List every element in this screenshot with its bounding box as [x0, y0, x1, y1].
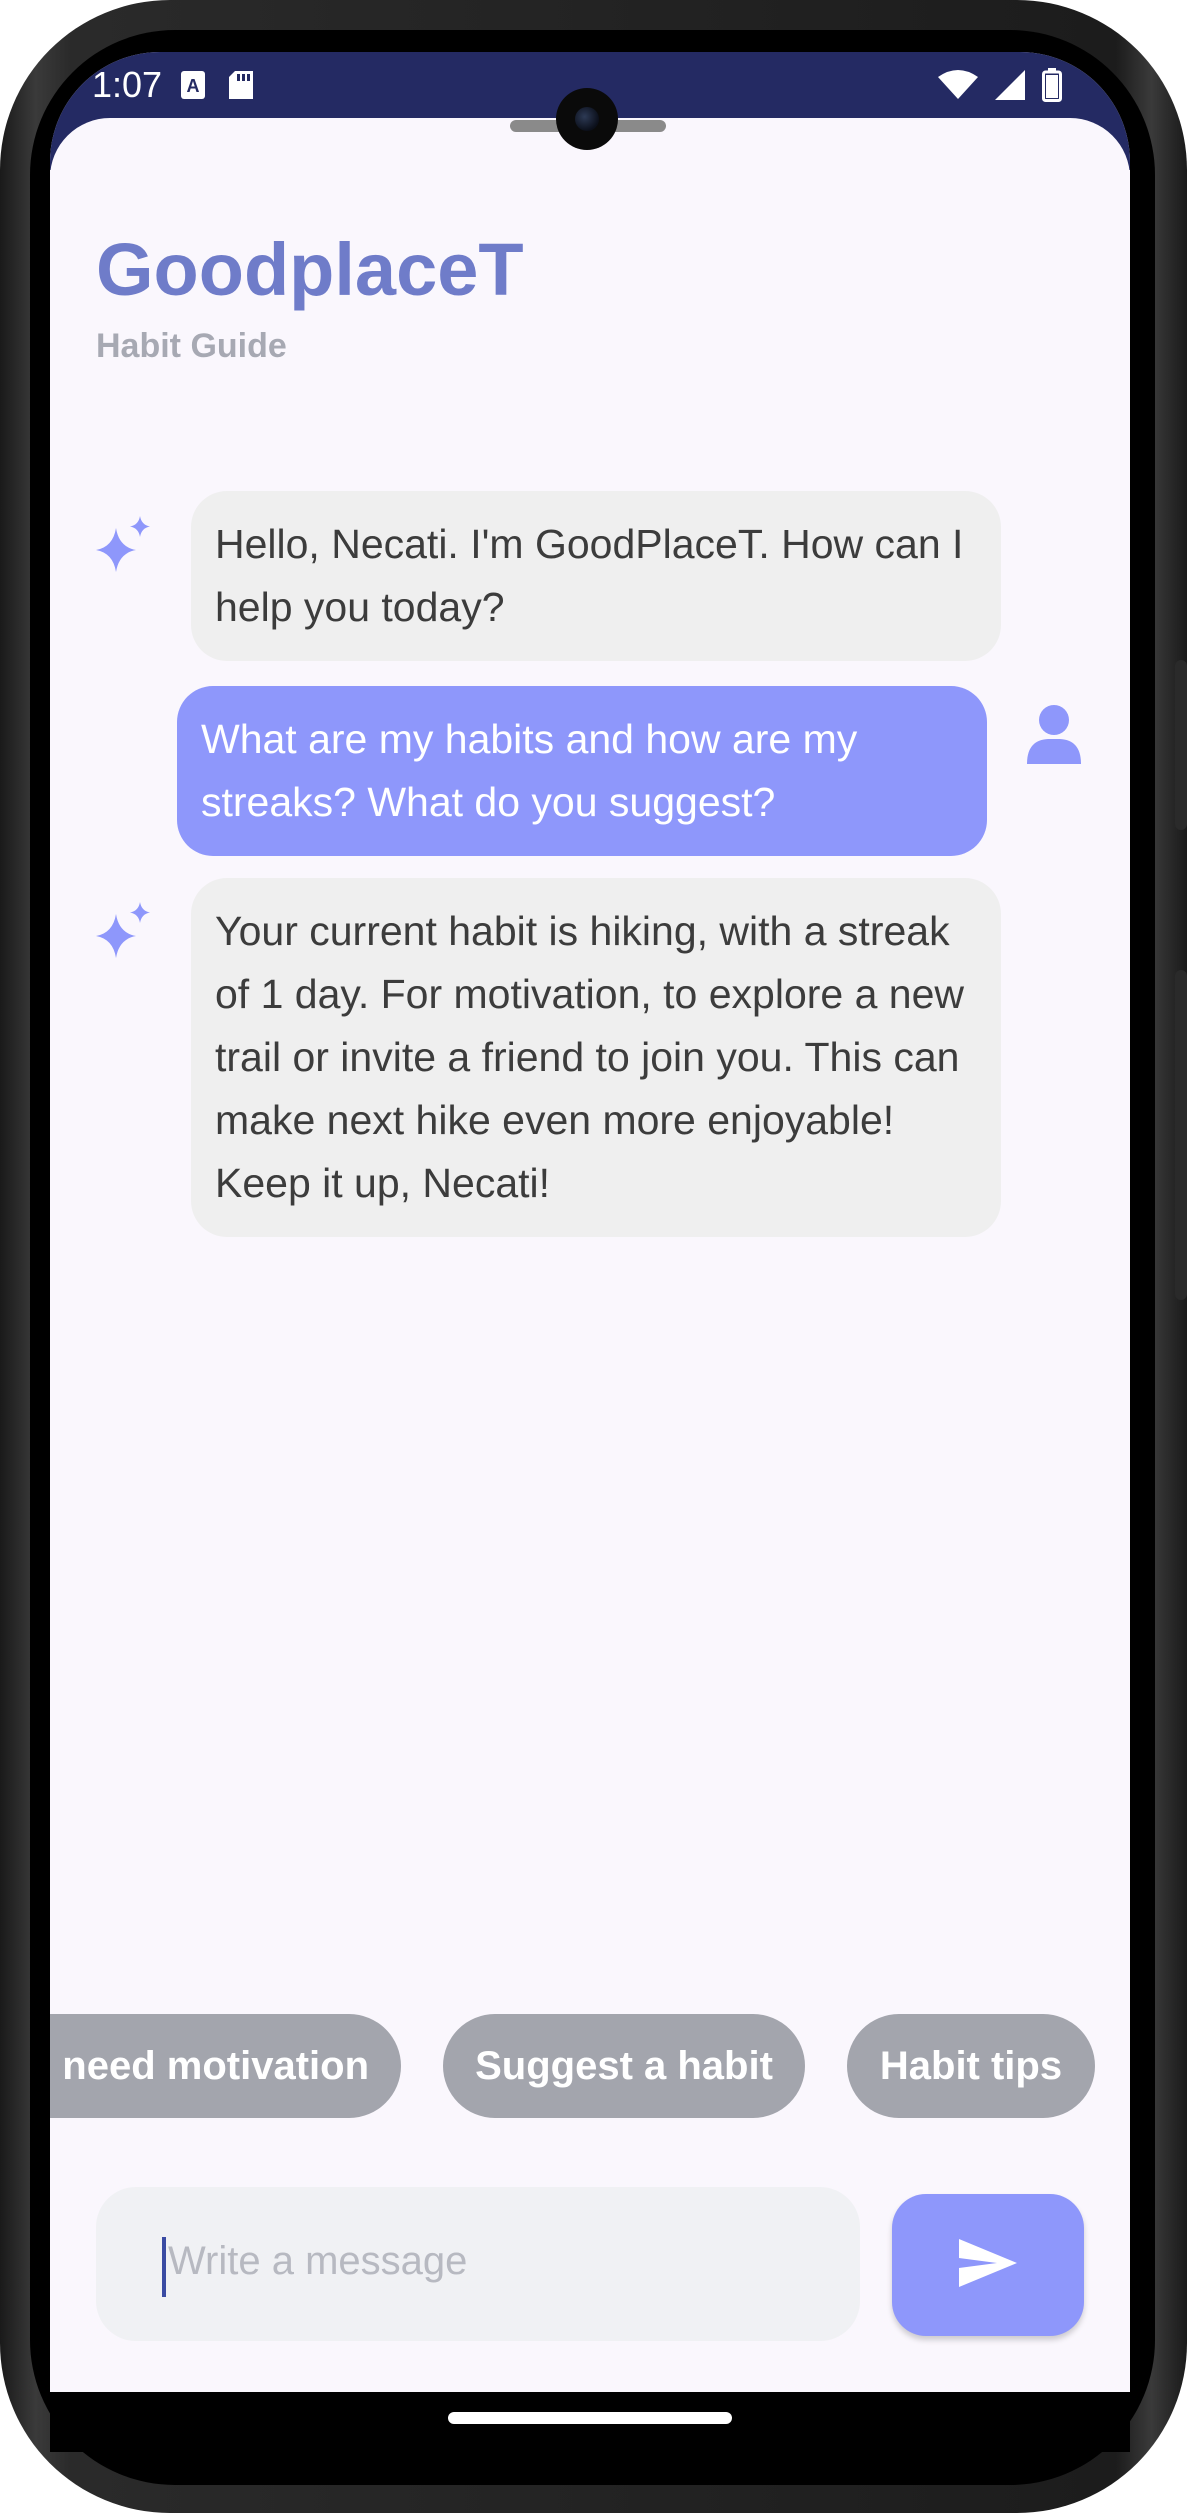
front-camera — [556, 88, 618, 150]
suggestion-chip-habit-tips[interactable]: Habit tips — [847, 2014, 1095, 2118]
keyboard-a-icon: A — [180, 70, 206, 105]
status-icons-left: A — [180, 70, 254, 105]
signal-icon — [994, 69, 1026, 106]
person-icon — [1024, 704, 1084, 766]
suggestion-chip-suggest-habit[interactable]: Suggest a habit — [443, 2014, 805, 2118]
bot-message: Your current habit is hiking, with a str… — [191, 878, 1001, 1237]
app-title: GoodplaceT — [96, 228, 524, 311]
battery-icon — [1042, 68, 1062, 107]
home-indicator[interactable] — [448, 2412, 732, 2424]
sparkle-icon — [94, 900, 158, 964]
bot-message: Hello, Necati. I'm GoodPlaceT. How can I… — [191, 491, 1001, 661]
message-placeholder: Write a message — [168, 2239, 468, 2283]
message-input[interactable]: Write a message — [96, 2187, 860, 2341]
volume-button — [1175, 970, 1187, 1300]
svg-text:A: A — [187, 76, 200, 96]
power-button — [1175, 660, 1187, 830]
text-caret — [162, 2237, 166, 2297]
chip-label: Habit tips — [879, 2043, 1063, 2088]
app-subtitle: Habit Guide — [96, 327, 287, 365]
status-icons-right — [938, 68, 1062, 107]
send-icon — [957, 2237, 1019, 2294]
phone-frame: 1:07 A GoodplaceT Habit Guide Hello, Nec… — [0, 0, 1187, 2513]
chip-label: need motivation — [62, 2043, 369, 2088]
send-button[interactable] — [892, 2194, 1084, 2336]
wifi-icon — [938, 69, 978, 106]
sparkle-icon — [94, 514, 158, 578]
sd-card-icon — [228, 70, 254, 105]
status-time: 1:07 — [92, 64, 163, 105]
user-message: What are my habits and how are my streak… — [177, 686, 987, 856]
chip-label: Suggest a habit — [475, 2043, 773, 2088]
suggestion-chip-motivation[interactable]: need motivation — [50, 2014, 401, 2118]
screen: 1:07 A GoodplaceT Habit Guide Hello, Nec… — [50, 52, 1130, 2392]
gesture-nav-bar — [50, 2392, 1130, 2452]
